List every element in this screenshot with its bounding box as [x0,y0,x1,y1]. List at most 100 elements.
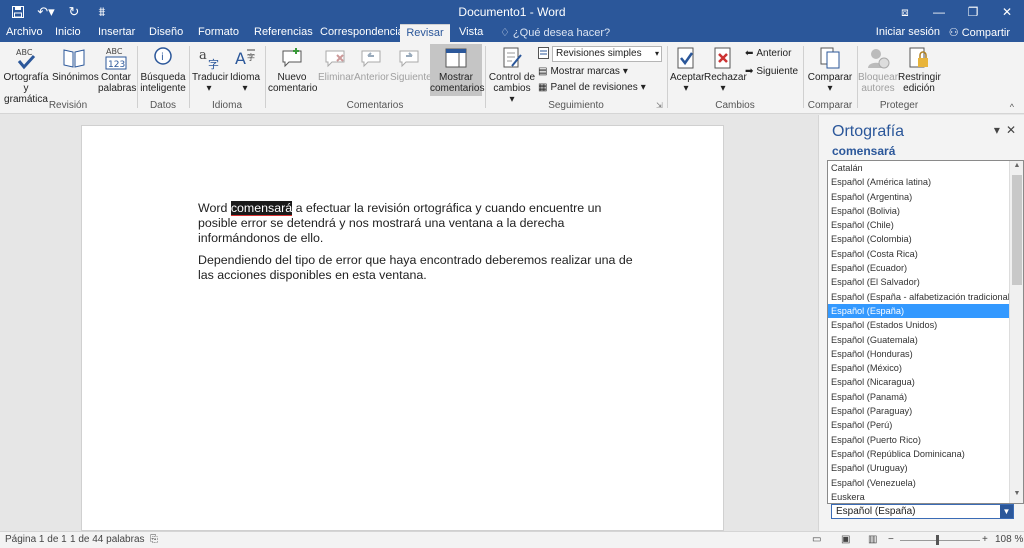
sign-in-link[interactable]: Iniciar sesión [876,26,940,38]
document-body[interactable]: Word comensará a efectuar la revisión or… [198,201,643,290]
read-mode-icon[interactable]: ▭ [812,534,821,545]
zoom-in-icon[interactable]: + [982,534,988,545]
scrollbar-thumb[interactable] [1012,175,1022,285]
synonyms-button[interactable]: Sinónimos [52,44,99,83]
minimize-icon[interactable]: — [922,0,956,24]
group-comentarios-label: Comentarios [346,100,404,111]
delete-comment-button[interactable]: Eliminar [318,44,354,83]
language-list-item[interactable]: Español (República Dominicana) [828,447,1009,461]
word-count-button[interactable]: ABC 123 Contar palabras [98,44,137,94]
language-list-item[interactable]: Español (Guatemala) [828,333,1009,347]
language-list-item[interactable]: Español (El Salvador) [828,275,1009,289]
spelling-grammar-button[interactable]: ABC Ortografía y gramática [2,44,50,105]
tab-archivo[interactable]: Archivo [0,24,49,42]
tab-revisar[interactable]: Revisar [400,24,450,42]
zoom-level[interactable]: 108 % [995,534,1023,545]
tell-me-search[interactable]: ♢ ¿Qué desea hacer? [500,26,610,39]
next-change-button[interactable]: ➡ Siguiente [745,66,798,77]
ribbon-display-icon[interactable]: ⧈ [888,0,922,24]
language-list-item[interactable]: Euskera [828,490,1009,503]
block-authors-button[interactable]: Bloquear autores [858,44,898,94]
print-layout-icon[interactable]: ▣ [841,534,850,545]
web-layout-icon[interactable]: ▥ [868,534,877,545]
compare-label: Comparar [807,72,853,83]
language-list-item[interactable]: Español (América latina) [828,175,1009,189]
language-list-item[interactable]: Español (Ecuador) [828,261,1009,275]
language-select[interactable]: Español (España) ▼ [831,504,1014,519]
share-button[interactable]: ⚇ Compartir [949,26,1010,39]
language-button[interactable]: A字 Idioma ▾ [228,44,262,94]
tab-diseno[interactable]: Diseño [143,24,189,42]
show-markup-button[interactable]: ▤ Mostrar marcas ▾ [538,66,628,77]
tab-referencias[interactable]: Referencias [248,24,319,42]
language-list-item[interactable]: Español (México) [828,361,1009,375]
language-label: Idioma [229,72,260,83]
show-comments-button[interactable]: Mostrar comentarios [430,44,484,96]
tab-insertar[interactable]: Insertar [92,24,141,42]
flagged-word: comensará [832,144,896,158]
language-list-item[interactable]: Español (Argentina) [828,190,1009,204]
page-count[interactable]: Página 1 de 1 [5,534,67,545]
language-list-item[interactable]: Español (España) [828,303,1009,319]
reviewing-pane-icon: ▦ [538,82,548,93]
scroll-down-icon[interactable]: ▼ [1010,490,1023,502]
language-list-item[interactable]: Español (Nicaragua) [828,375,1009,389]
language-list[interactable]: Catalán Español (América latina) Español (… [827,160,1024,504]
new-comment-button[interactable]: Nuevo comentario [268,44,317,94]
group-separator [189,46,190,108]
restrict-editing-button[interactable]: Restringir edición [898,44,941,94]
previous-comment-button[interactable]: Anterior [354,44,389,83]
language-list-item[interactable]: Español (Uruguay) [828,461,1009,475]
language-list-item[interactable]: Español (Honduras) [828,347,1009,361]
misspelled-word[interactable]: comensará [230,201,293,216]
group-separator [803,46,804,108]
display-for-review-select[interactable]: Revisiones simples ▾ [552,46,662,62]
language-list-item[interactable]: Español (España - alfabetización tradici… [828,290,1013,304]
previous-change-button[interactable]: ⬅ Anterior [745,48,791,59]
compare-button[interactable]: Comparar ▾ [806,44,854,94]
dialog-launcher-icon[interactable]: ⇲ [656,101,663,110]
next-change-icon: ➡ [745,66,754,77]
language-list-item[interactable]: Español (Panamá) [828,390,1009,404]
language-list-item[interactable]: Catalán [828,161,1009,175]
maximize-icon[interactable]: ❐ [956,0,990,24]
language-list-item[interactable]: Español (Perú) [828,418,1009,432]
reviewing-pane-button[interactable]: ▦ Panel de revisiones ▾ [538,82,646,93]
language-list-item[interactable]: Español (Costa Rica) [828,247,1009,261]
group-comparar-label: Comparar [807,100,853,111]
accept-button[interactable]: Aceptar ▾ [670,44,704,94]
tab-inicio[interactable]: Inicio [49,24,87,42]
translate-button[interactable]: a字 Traducir ▾ [192,44,228,94]
close-pane-icon[interactable]: ✕ [1006,123,1016,137]
next-comment-button[interactable]: Siguiente [390,44,432,83]
close-icon[interactable]: ✕ [990,0,1024,24]
language-list-item[interactable]: Español (Estados Unidos) [828,318,1009,332]
word-count-label: Contar palabras [98,72,137,94]
new-comment-icon [268,44,316,72]
language-list-item[interactable]: Español (Bolivia) [828,204,1009,218]
track-changes-button[interactable]: Control de cambios ▾ [488,44,536,105]
reject-icon [704,44,742,72]
language-list-item[interactable]: Español (Paraguay) [828,404,1009,418]
smart-lookup-button[interactable]: i Búsqueda inteligente [140,44,186,94]
scrollbar[interactable]: ▲ ▼ [1009,161,1023,503]
tab-correspondencia[interactable]: Correspondencia [314,24,410,42]
document-page[interactable]: Word comensará a efectuar la revisión or… [81,125,724,531]
language-list-item[interactable]: Español (Venezuela) [828,476,1009,490]
pane-options-icon[interactable]: ▾ [994,123,1000,137]
word-count[interactable]: 1 de 44 palabras [70,534,145,545]
zoom-slider-thumb[interactable] [936,535,939,545]
proofing-icon[interactable]: ⎘ [150,534,158,545]
zoom-out-icon[interactable]: − [888,534,894,545]
reject-button[interactable]: Rechazar ▾ [704,44,747,94]
language-list-item[interactable]: Español (Chile) [828,218,1009,232]
tab-formato[interactable]: Formato [192,24,245,42]
language-list-item[interactable]: Español (Colombia) [828,232,1009,246]
track-changes-icon [488,44,536,72]
collapse-ribbon-icon[interactable]: ^ [1010,102,1014,112]
scroll-up-icon[interactable]: ▲ [1010,162,1023,174]
tab-vista[interactable]: Vista [453,24,489,42]
zoom-slider[interactable] [900,540,980,541]
language-list-item[interactable]: Español (Puerto Rico) [828,433,1009,447]
ribbon: ABC Ortografía y gramática Sinónimos ABC… [0,42,1024,114]
